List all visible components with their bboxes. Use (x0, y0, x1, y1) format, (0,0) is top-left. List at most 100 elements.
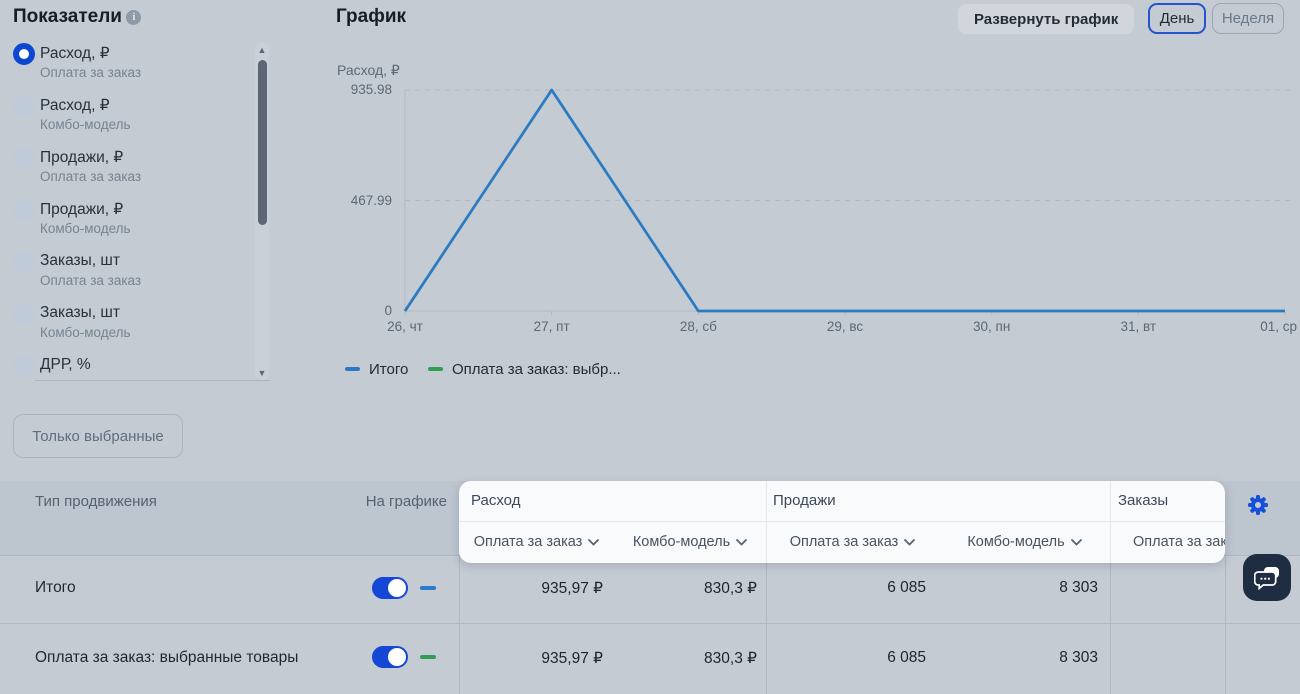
cell-prodazhi-kombo: 8 303 (940, 649, 1098, 667)
subcolumn-rashod-kombo[interactable]: Комбо-модель (614, 521, 766, 563)
subcolumn-prodazhi-kombo[interactable]: Комбо-модель (939, 521, 1110, 563)
metric-item-rashod-oplata[interactable]: Расход, ₽ Оплата за заказ (13, 42, 243, 94)
metric-label: Расход, ₽ (40, 96, 110, 115)
y-axis-tick-label: 0 (330, 303, 392, 318)
metric-sublabel: Комбо-модель (40, 117, 131, 132)
divider (35, 380, 270, 381)
x-axis-tick-label: 26, чт (360, 319, 450, 334)
only-selected-button[interactable]: Только выбранные (13, 414, 183, 458)
metric-item-drr[interactable]: ДРР, % (13, 354, 243, 380)
legend-line-swatch (345, 367, 360, 371)
subcolumn-rashod-oplata[interactable]: Оплата за заказ (460, 521, 613, 563)
info-icon[interactable]: i (126, 10, 141, 25)
chevron-down-icon (736, 539, 747, 546)
cell-rashod-kombo: 830,3 ₽ (610, 579, 757, 598)
metric-sublabel: Комбо-модель (40, 325, 131, 340)
legend-item-total[interactable]: Итого (345, 359, 408, 379)
line-chart (330, 82, 1300, 332)
legend-label: Итого (369, 361, 408, 378)
scroll-down-icon[interactable]: ▼ (257, 369, 267, 377)
x-axis-tick-label: 29, вс (800, 319, 890, 334)
cell-rashod-oplata: 935,97 ₽ (460, 649, 603, 668)
legend-line-swatch (428, 367, 443, 371)
column-header-on-chart: На графике (347, 493, 447, 510)
subcolumn-label: Комбо-модель (633, 534, 730, 550)
radio[interactable] (13, 95, 35, 117)
row-name-total: Итого (35, 579, 76, 597)
group-header-zakazy: Заказы (1118, 492, 1168, 509)
metric-sublabel: Комбо-модель (40, 221, 131, 236)
column-divider (1110, 555, 1111, 694)
column-divider (766, 555, 767, 694)
cell-prodazhi-oplata: 6 085 (770, 649, 926, 667)
x-axis-tick-label: 30, пн (947, 319, 1037, 334)
subcolumn-label: Оплата за заказ (1133, 534, 1225, 550)
column-divider (459, 555, 460, 694)
cell-prodazhi-kombo: 8 303 (940, 579, 1098, 597)
scroll-up-icon[interactable]: ▲ (257, 46, 267, 54)
metrics-panel: Показатели i Расход, ₽ Оплата за заказ Р… (0, 0, 300, 480)
cell-rashod-kombo: 830,3 ₽ (610, 649, 757, 668)
radio-selected[interactable] (13, 43, 35, 65)
chevron-down-icon (1071, 539, 1082, 546)
chevron-down-icon (588, 539, 599, 546)
subcolumn-label: Комбо-модель (967, 534, 1064, 550)
metric-sublabel: Оплата за заказ (40, 65, 141, 80)
scrollbar-thumb[interactable] (258, 60, 267, 225)
cell-rashod-oplata: 935,97 ₽ (460, 579, 603, 598)
metrics-panel-title: Показатели (13, 6, 122, 27)
row-name-oplata: Оплата за заказ: выбранные товары (35, 649, 298, 667)
support-chat-button[interactable] (1243, 554, 1291, 601)
on-chart-toggle[interactable] (372, 646, 408, 668)
x-axis-tick-label: 31, вт (1093, 319, 1183, 334)
radio[interactable] (13, 199, 35, 221)
radio[interactable] (13, 355, 35, 377)
metric-label: ДРР, % (40, 356, 91, 374)
metric-label: Заказы, шт (40, 252, 120, 270)
metric-label: Расход, ₽ (40, 44, 110, 63)
subcolumn-zakazy-oplata[interactable]: Оплата за заказ (1111, 521, 1225, 563)
radio[interactable] (13, 251, 35, 273)
row-divider (0, 623, 1300, 624)
y-axis-tick-label: 467.99 (330, 193, 392, 208)
subcolumn-prodazhi-oplata[interactable]: Оплата за заказ (767, 521, 938, 563)
series-line-swatch (420, 655, 436, 659)
y-axis-tick-label: 935.98 (330, 82, 392, 97)
radio[interactable] (13, 303, 35, 325)
chart-title: График (336, 6, 406, 28)
metric-columns-panel: Расход Продажи Заказы Оплата за заказ Ко… (459, 481, 1225, 563)
period-day-button[interactable]: День (1148, 3, 1206, 34)
column-header-type: Тип продвижения (35, 493, 157, 510)
metric-sublabel: Оплата за заказ (40, 169, 141, 184)
metric-label: Продажи, ₽ (40, 148, 123, 167)
metric-item-prodazhi-oplata[interactable]: Продажи, ₽ Оплата за заказ (13, 146, 243, 198)
period-week-button[interactable]: Неделя (1212, 3, 1284, 34)
subcolumn-label: Оплата за заказ (474, 534, 583, 550)
metric-item-zakazy-oplata[interactable]: Заказы, шт Оплата за заказ (13, 250, 243, 302)
x-axis-tick-label: 01, ср (1207, 319, 1297, 334)
group-header-rashod: Расход (471, 492, 520, 509)
chevron-down-icon (904, 539, 915, 546)
column-divider (1225, 555, 1226, 694)
metric-item-rashod-kombo[interactable]: Расход, ₽ Комбо-модель (13, 94, 243, 146)
x-axis-tick-label: 27, пт (507, 319, 597, 334)
expand-chart-button[interactable]: Развернуть график (958, 4, 1134, 34)
legend-item-oplata[interactable]: Оплата за заказ: выбр... (428, 359, 621, 379)
series-line-swatch (420, 586, 436, 590)
x-axis-tick-label: 28, сб (653, 319, 743, 334)
cell-prodazhi-oplata: 6 085 (770, 579, 926, 597)
metric-item-zakazy-kombo[interactable]: Заказы, шт Комбо-модель (13, 302, 243, 354)
y-axis-title: Расход, ₽ (337, 62, 400, 79)
toggle-knob (388, 579, 406, 597)
legend-label: Оплата за заказ: выбр... (452, 361, 621, 378)
radio[interactable] (13, 147, 35, 169)
on-chart-toggle[interactable] (372, 577, 408, 599)
gear-icon (1247, 494, 1269, 516)
table-settings-button[interactable] (1246, 494, 1270, 518)
metric-sublabel: Оплата за заказ (40, 273, 141, 288)
subcolumn-label: Оплата за заказ (790, 534, 899, 550)
metric-item-prodazhi-kombo[interactable]: Продажи, ₽ Комбо-модель (13, 198, 243, 250)
chat-bubbles-icon (1254, 566, 1281, 590)
metric-label: Заказы, шт (40, 304, 120, 322)
metric-label: Продажи, ₽ (40, 200, 123, 219)
